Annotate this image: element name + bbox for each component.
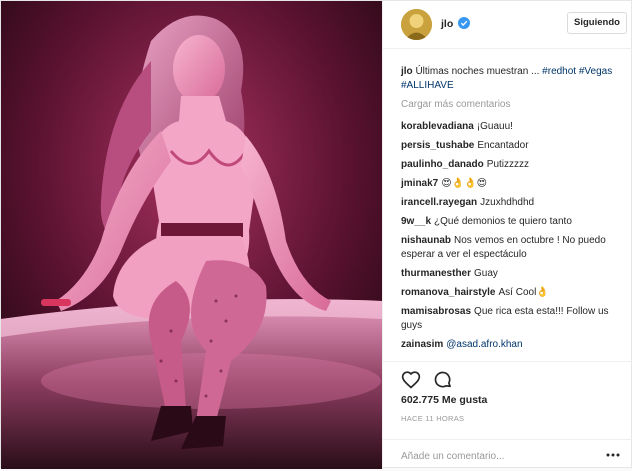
comment-item: paulinho_danado Putizzzzz [401, 158, 620, 172]
comment-text: ¡Guauu! [476, 121, 513, 132]
comment-username[interactable]: zainasim [401, 339, 443, 350]
post-actions: 602.775 Me gusta HACE 11 HORAS [383, 361, 632, 471]
comment-text: Guay [474, 268, 498, 279]
comment-item: korablevadiana ¡Guauu! [401, 120, 620, 134]
username[interactable]: jlo [441, 18, 453, 30]
avatar[interactable] [401, 9, 432, 40]
comments-list[interactable]: jlo Últimas noches muestran ... #redhot … [383, 49, 632, 361]
post-timestamp[interactable]: HACE 11 HORAS [401, 414, 464, 423]
heart-icon[interactable] [401, 370, 421, 390]
post-photo[interactable] [1, 1, 382, 469]
comment-item: persis_tushabe Encantador [401, 139, 620, 153]
comment-username[interactable]: persis_tushabe [401, 140, 474, 151]
comment-item: romanova_hairstyle Así Cool👌 [401, 286, 620, 300]
comment-text: ¿Qué demonios te quiero tanto [434, 216, 572, 227]
comment-text: 😍👌👌😍 [441, 178, 488, 189]
comment-username[interactable]: mamisabrosas [401, 306, 471, 317]
comment-item: zainasim @asad.afro.khan [401, 338, 620, 352]
post-header: jlo Siguiendo [383, 1, 632, 49]
likes-count[interactable]: 602.775 Me gusta [401, 394, 487, 406]
instagram-post: jlo Siguiendo jlo Últimas noches muestra… [0, 0, 632, 469]
caption-username[interactable]: jlo [401, 66, 413, 77]
more-options-icon[interactable] [605, 451, 621, 459]
comment-text: Así Cool👌 [498, 287, 549, 298]
comment-item: nishaunab Nos vemos en octubre ! No puedo… [401, 234, 620, 262]
post-sidebar: jlo Siguiendo jlo Últimas noches muestra… [382, 1, 632, 469]
comment-mention[interactable]: @asad.afro.khan [446, 339, 522, 350]
post-caption: jlo Últimas noches muestran ... #redhot … [401, 65, 620, 93]
comment-item: irancell.rayegan Jzuxhdhdhd [401, 196, 620, 210]
comment-username[interactable]: nishaunab [401, 235, 451, 246]
comment-item: jminak7 😍👌👌😍 [401, 177, 620, 191]
load-more-comments[interactable]: Cargar más comentarios [401, 98, 620, 112]
comment-text: Jzuxhdhdhd [480, 197, 535, 208]
comment-text: Encantador [477, 140, 529, 151]
comment-text: Putizzzzz [486, 159, 530, 170]
comment-username[interactable]: paulinho_danado [401, 159, 484, 170]
comment-username[interactable]: irancell.rayegan [401, 197, 477, 208]
comment-username[interactable]: thurmanesther [401, 268, 471, 279]
caption-text: Últimas noches muestran ... [415, 66, 540, 77]
following-button[interactable]: Siguiendo [567, 12, 627, 34]
comment-username[interactable]: jminak7 [401, 178, 438, 189]
performer-photo [1, 1, 382, 469]
verified-icon [458, 17, 470, 29]
comment-username[interactable]: korablevadiana [401, 121, 474, 132]
comment-item: thurmanesther Guay [401, 267, 620, 281]
comment-icon[interactable] [433, 370, 453, 390]
add-comment-bar [383, 439, 632, 469]
comment-username[interactable]: romanova_hairstyle [401, 287, 496, 298]
comment-input[interactable] [401, 448, 591, 464]
comment-item: mamisabrosas Que rica esta esta!!! Follow… [401, 305, 620, 333]
comment-item: 9w__k ¿Qué demonios te quiero tanto [401, 215, 620, 229]
comment-username[interactable]: 9w__k [401, 216, 431, 227]
